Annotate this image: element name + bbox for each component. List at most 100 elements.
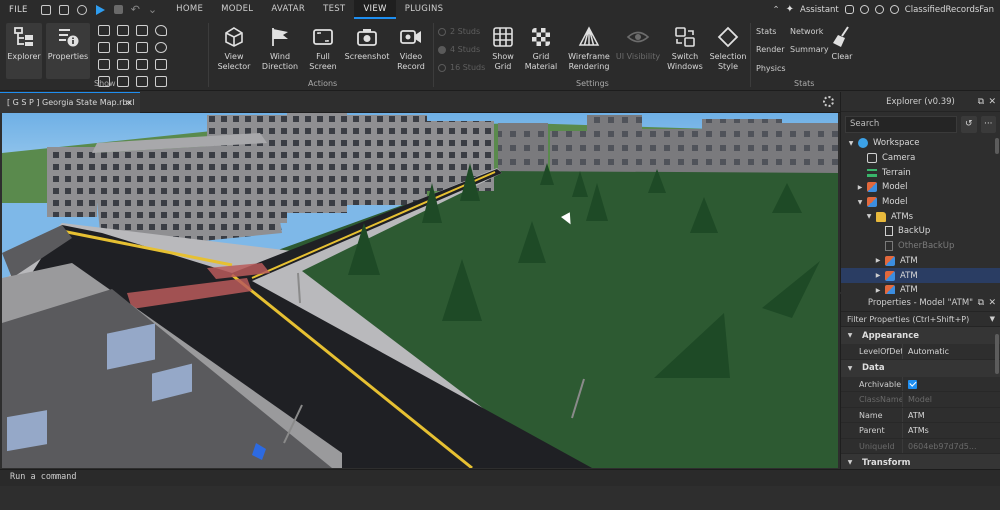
tree-item[interactable]: Terrain [841, 165, 1000, 180]
expand-icon[interactable]: ⌃ [773, 5, 780, 15]
tree-item[interactable]: ▼ Model [841, 195, 1000, 210]
tree-item[interactable]: ▶ ATM [841, 268, 1000, 283]
tab-model[interactable]: MODEL [212, 0, 262, 19]
checkbox-checked-icon[interactable] [908, 379, 917, 389]
terrain-editor-icon[interactable] [136, 42, 148, 53]
refresh-icon[interactable] [76, 4, 87, 15]
property-row[interactable]: Parent ATMs [841, 423, 1000, 439]
screenshot-button[interactable]: Screenshot [344, 23, 390, 79]
switch-windows-button[interactable]: Switch Windows [664, 23, 706, 79]
collapse-arrow-icon[interactable]: ▼ [846, 365, 854, 372]
3d-viewport[interactable] [2, 113, 838, 468]
popout-icon[interactable]: ⧉ [978, 92, 984, 112]
share-icon[interactable] [874, 5, 884, 14]
tree-item[interactable]: BackUp [841, 224, 1000, 239]
assistant-button[interactable]: Assistant [800, 5, 839, 15]
explorer-search-input[interactable] [845, 115, 957, 133]
tags-icon[interactable] [155, 25, 167, 36]
summary-button[interactable]: Summary [790, 45, 829, 54]
close-icon[interactable]: ✕ [988, 294, 996, 312]
output-icon[interactable] [136, 25, 148, 36]
tab-avatar[interactable]: AVATAR [262, 0, 314, 19]
video-record-button[interactable]: Video Record [392, 23, 430, 79]
script-performance-icon[interactable] [117, 59, 129, 70]
expand-arrow-icon[interactable]: ▶ [874, 287, 882, 294]
expand-arrow-icon[interactable]: ▶ [874, 272, 882, 279]
collapse-arrow-icon[interactable]: ▼ [846, 332, 854, 339]
assistant-icon[interactable]: ✦ [786, 4, 794, 15]
collapse-arrow-icon[interactable]: ▼ [846, 459, 854, 466]
open-file-icon[interactable] [58, 4, 69, 15]
history-icon[interactable]: ↺ [961, 115, 977, 133]
studs-2-option[interactable]: 2 Studs [438, 27, 480, 36]
tree-item[interactable]: ▼ Workspace [841, 136, 1000, 151]
property-category[interactable]: ▼ Data [841, 359, 1000, 377]
document-tab[interactable]: [ G S P ] Georgia State Map.rbxl × [0, 92, 140, 113]
context-icon[interactable] [117, 76, 129, 87]
tab-home[interactable]: HOME [167, 0, 212, 19]
collaborators-icon[interactable] [155, 59, 167, 70]
view-selector-button[interactable]: View Selector [214, 23, 254, 79]
studs-16-option[interactable]: 16 Studs [438, 63, 485, 72]
tree-item[interactable]: ▶ Model [841, 180, 1000, 195]
close-icon[interactable]: ✕ [988, 92, 996, 112]
settings-icon[interactable] [889, 5, 899, 14]
play-icon[interactable] [95, 4, 105, 15]
tab-view[interactable]: VIEW [354, 0, 396, 19]
properties-filter[interactable]: Filter Properties (Ctrl+Shift+P) ▼ [841, 312, 1000, 327]
task-scheduler-icon[interactable] [98, 59, 110, 70]
tree-item[interactable]: OtherBackUp [841, 239, 1000, 254]
popout-icon[interactable]: ⧉ [978, 294, 984, 312]
property-value[interactable]: ATM [903, 408, 1000, 423]
property-value[interactable]: Automatic [903, 344, 1000, 359]
expand-arrow-icon[interactable]: ▶ [856, 184, 864, 191]
explorer-scrollbar[interactable] [995, 138, 999, 154]
asset-manager-icon[interactable] [117, 25, 129, 36]
redo-icon[interactable]: ⌄ [148, 4, 157, 15]
clear-button[interactable]: Clear [828, 23, 856, 79]
ui-visibility-button[interactable]: UI Visibility [614, 23, 662, 79]
network-button[interactable]: Network [790, 27, 823, 36]
property-row[interactable]: Archivable [841, 376, 1000, 392]
properties-button[interactable]: Properties [46, 23, 90, 79]
full-screen-button[interactable]: Full Screen [304, 23, 342, 79]
property-category[interactable]: ▼ Appearance [841, 327, 1000, 344]
new-file-icon[interactable] [40, 4, 51, 15]
property-row[interactable]: ClassName Model [841, 392, 1000, 408]
show-grid-button[interactable]: Show Grid [486, 23, 520, 79]
close-tab-icon[interactable]: × [125, 93, 132, 113]
physics-button[interactable]: Physics [756, 64, 786, 73]
property-category[interactable]: ▼ Transform [841, 454, 1000, 469]
command-input[interactable] [10, 472, 910, 482]
watch-icon[interactable] [136, 76, 148, 87]
team-create-icon[interactable] [117, 42, 129, 53]
toolbox-icon[interactable] [98, 25, 110, 36]
collapse-arrow-icon[interactable]: ▼ [847, 140, 855, 147]
tab-plugins[interactable]: PLUGINS [396, 0, 453, 19]
property-value[interactable]: ATMs [903, 423, 1000, 438]
notification-icon[interactable] [844, 5, 854, 14]
archivable-checkbox[interactable] [903, 377, 1000, 392]
viewport-settings-icon[interactable] [823, 96, 834, 107]
stats-button[interactable]: Stats [756, 27, 776, 36]
selection-style-button[interactable]: Selection Style [708, 23, 748, 79]
username[interactable]: ClassifiedRecordsFan [905, 5, 994, 15]
property-row[interactable]: LevelOfDetailAutomatic [841, 344, 1000, 360]
wireframe-button[interactable]: Wireframe Rendering [566, 23, 612, 79]
tab-test[interactable]: TEST [314, 0, 354, 19]
script-analysis-icon[interactable] [155, 42, 167, 53]
properties-scrollbar[interactable] [995, 334, 999, 374]
render-button[interactable]: Render [756, 45, 784, 54]
undo-icon[interactable]: ↶ [131, 4, 140, 15]
collapse-arrow-icon[interactable]: ▼ [856, 199, 864, 206]
wind-direction-button[interactable]: Wind Direction [259, 23, 301, 79]
expand-arrow-icon[interactable]: ▶ [874, 257, 882, 264]
property-row[interactable]: Name ATM [841, 407, 1000, 423]
stop-icon[interactable] [113, 5, 123, 14]
grid-material-button[interactable]: Grid Material [522, 23, 560, 79]
find-results-icon[interactable] [136, 59, 148, 70]
file-menu[interactable]: FILE [0, 5, 37, 15]
property-row[interactable]: UniqueId 0604eb97d7d5... [841, 438, 1000, 454]
help-icon[interactable] [859, 5, 869, 14]
filter-dropdown-icon[interactable]: ▼ [990, 312, 995, 327]
